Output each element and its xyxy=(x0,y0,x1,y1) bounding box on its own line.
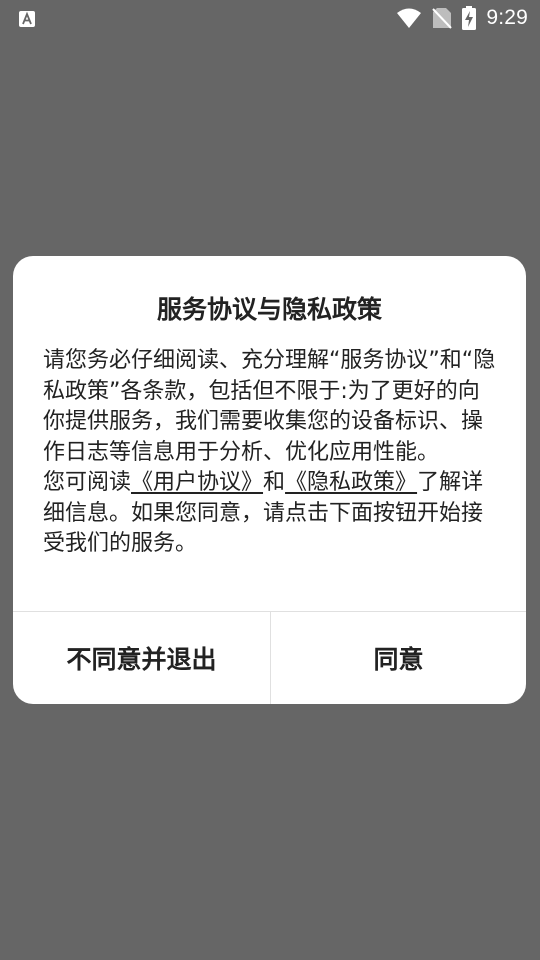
disagree-exit-button[interactable]: 不同意并退出 xyxy=(13,612,270,704)
paragraph-2-prefix: 您可阅读 xyxy=(43,470,132,495)
paragraph-2-and: 和 xyxy=(263,470,286,495)
status-bar: 9:29 xyxy=(0,0,540,36)
dialog-paragraph-1: 请您务必仔细阅读、充分理解“服务协议”和“隐私政策”各条款，包括但不限于:为了更… xyxy=(43,348,496,465)
status-time: 9:29 xyxy=(486,6,528,29)
user-agreement-link[interactable]: 《用户协议》 xyxy=(131,470,263,495)
dialog-body: 请您务必仔细阅读、充分理解“服务协议”和“隐私政策”各条款，包括但不限于:为了更… xyxy=(43,346,498,560)
status-icons: 9:29 xyxy=(396,4,528,32)
battery-charging-icon xyxy=(462,6,477,30)
no-sim-icon xyxy=(432,8,453,29)
wifi-icon xyxy=(397,8,422,28)
privacy-dialog: 服务协议与隐私政策 请您务必仔细阅读、充分理解“服务协议”和“隐私政策”各条款，… xyxy=(13,256,526,704)
privacy-policy-link[interactable]: 《隐私政策》 xyxy=(285,470,417,495)
agree-button[interactable]: 同意 xyxy=(271,612,526,704)
dialog-title: 服务协议与隐私政策 xyxy=(156,295,382,324)
app-notification-icon xyxy=(19,11,35,27)
dialog-paragraph-2: 您可阅读《用户协议》和《隐私政策》了解详细信息。如果您同意，请点击下面按钮开始接… xyxy=(43,468,498,560)
